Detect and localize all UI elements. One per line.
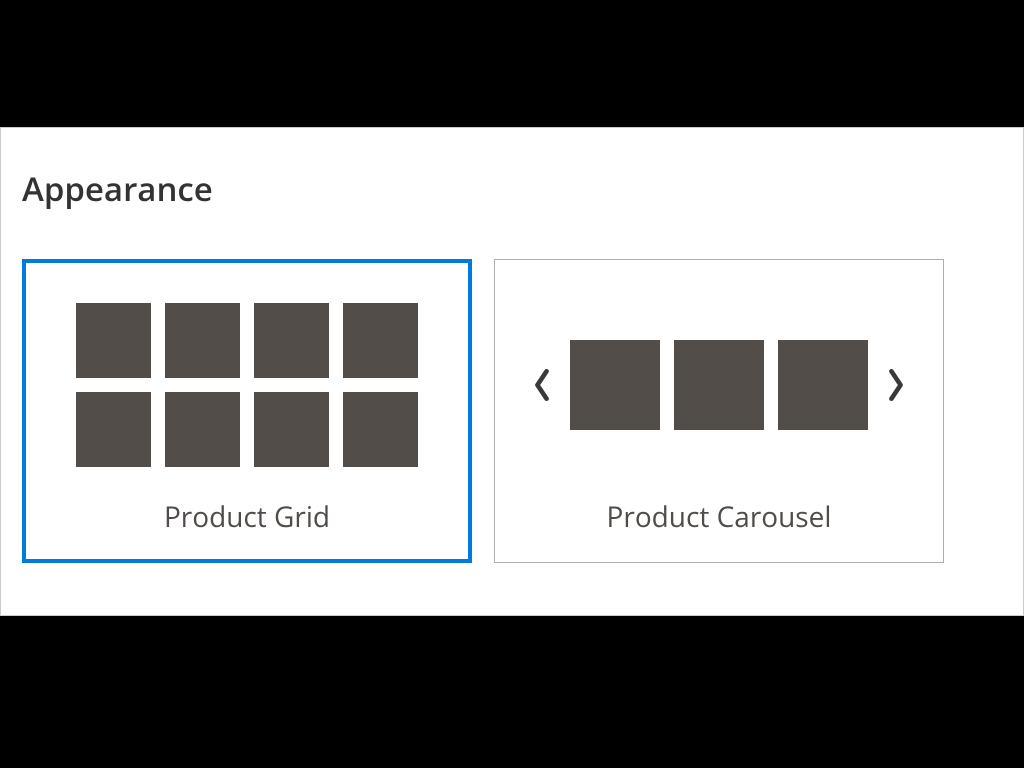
tile-icon bbox=[165, 303, 240, 378]
option-product-grid[interactable]: Product Grid bbox=[22, 259, 472, 563]
tile-icon bbox=[674, 340, 764, 430]
tile-icon bbox=[254, 392, 329, 467]
tile-icon bbox=[76, 303, 151, 378]
appearance-panel: Appearance Product Grid bbox=[0, 127, 1024, 616]
tile-icon bbox=[343, 303, 418, 378]
tile-icon bbox=[778, 340, 868, 430]
chevron-right-icon bbox=[882, 365, 910, 405]
section-title: Appearance bbox=[22, 166, 1001, 211]
carousel-preview bbox=[495, 294, 943, 476]
tile-icon bbox=[76, 392, 151, 467]
carousel-preview-tiles bbox=[528, 340, 910, 430]
tile-icon bbox=[165, 392, 240, 467]
option-label: Product Carousel bbox=[607, 498, 832, 536]
tile-icon bbox=[254, 303, 329, 378]
appearance-options: Product Grid bbox=[22, 259, 1001, 563]
option-product-carousel[interactable]: Product Carousel bbox=[494, 259, 944, 563]
tile-icon bbox=[570, 340, 660, 430]
chevron-left-icon bbox=[528, 365, 556, 405]
option-label: Product Grid bbox=[164, 498, 330, 536]
grid-preview bbox=[26, 294, 468, 476]
grid-preview-tiles bbox=[76, 303, 418, 467]
tile-icon bbox=[343, 392, 418, 467]
